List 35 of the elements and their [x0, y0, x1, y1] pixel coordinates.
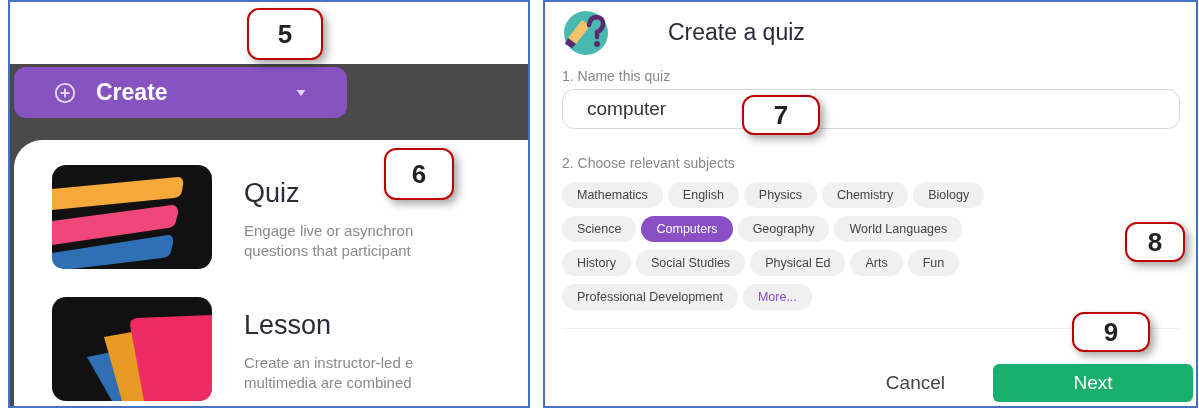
subject-chip[interactable]: English [667, 182, 739, 208]
subject-chip[interactable]: Professional Development [562, 284, 738, 310]
step-callout: 8 [1125, 222, 1185, 262]
field-label: 1. Name this quiz [562, 67, 672, 86]
subject-chip[interactable]: Fun [907, 250, 960, 276]
subject-chip[interactable]: Mathematics [562, 182, 663, 208]
step-callout: 6 [384, 148, 454, 200]
subject-chip[interactable]: World Languages [834, 216, 963, 242]
more-link[interactable]: More... [742, 284, 812, 310]
subject-chip[interactable]: Biology [913, 182, 985, 208]
caret-icon [295, 89, 307, 96]
subject-chip[interactable]: Social Studies [635, 250, 746, 276]
item-title[interactable]: Quiz [244, 177, 300, 209]
item-title[interactable]: Lesson [244, 309, 332, 341]
step-callout: 5 [247, 8, 323, 60]
field-label: 2. Choose relevant subjects [562, 154, 736, 173]
dialog-title: Create a quiz [668, 17, 805, 47]
subject-chip[interactable]: Physical Ed [750, 250, 846, 276]
subject-chip[interactable]: Computers [641, 216, 733, 242]
item-description: Engage live or asynchron questions that participant [244, 221, 414, 261]
quiz-stripes-icon [52, 165, 212, 269]
subject-chip[interactable]: Chemistry [821, 182, 909, 208]
subject-chip[interactable]: Physics [743, 182, 817, 208]
subject-chip[interactable]: Geography [737, 216, 830, 242]
step-callout: 7 [742, 95, 820, 135]
plus-circle-icon [54, 81, 76, 104]
lesson-cards-icon [52, 297, 212, 401]
item-description: Create an instructor-led e multimedia are combined [244, 353, 414, 393]
subject-chip[interactable]: Science [562, 216, 637, 242]
subject-chip[interactable]: Arts [850, 250, 903, 276]
cancel-button[interactable]: Cancel [885, 368, 945, 398]
subject-chip[interactable]: History [562, 250, 631, 276]
pencil-question-icon [562, 8, 610, 56]
step-callout: 9 [1072, 312, 1150, 352]
create-button[interactable]: Create [14, 67, 347, 118]
